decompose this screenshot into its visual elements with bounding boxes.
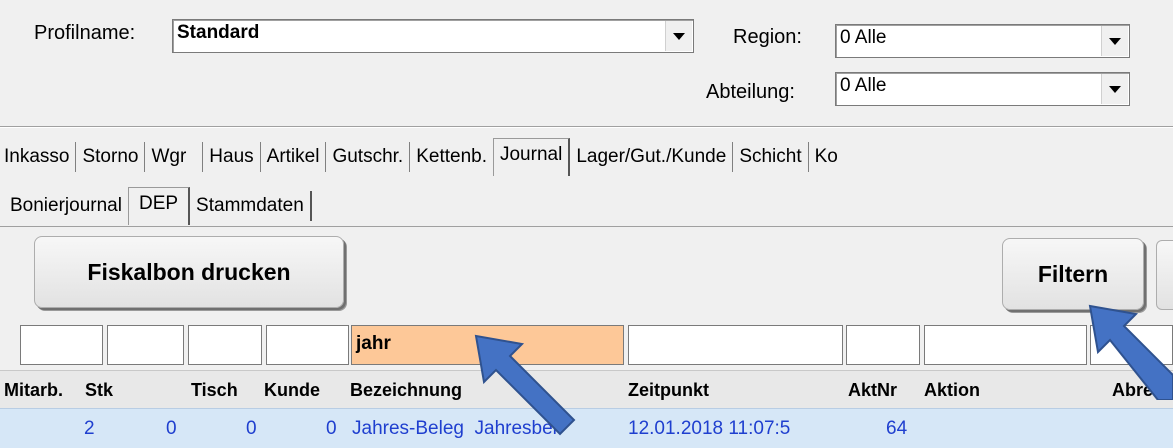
region-select[interactable]: 0 Alle <box>835 24 1130 58</box>
abteilung-value: 0 Alle <box>840 75 887 96</box>
filter-zeitpunkt-input[interactable] <box>628 325 843 365</box>
divider <box>0 226 1173 227</box>
filter-aktion-input[interactable] <box>924 325 1087 365</box>
col-zeitpunkt[interactable]: Zeitpunkt <box>628 380 709 401</box>
dropdown-arrow-icon[interactable] <box>1101 74 1128 104</box>
filter-kunde-input[interactable] <box>266 325 349 365</box>
tab-artikel[interactable]: Artikel <box>261 142 327 172</box>
tab-haus[interactable]: Haus <box>203 142 261 172</box>
cell-aktnr: 64 <box>886 418 908 439</box>
pointer-arrow-icon <box>1088 304 1173 400</box>
tab-ko[interactable]: Ko <box>809 142 844 172</box>
col-aktion[interactable]: Aktion <box>924 380 980 401</box>
col-bezeichnung[interactable]: Bezeichnung <box>350 380 462 401</box>
divider <box>0 126 1173 128</box>
tab-lager-gut-kunde[interactable]: Lager/Gut./Kunde <box>570 142 734 172</box>
table-row[interactable]: 2 0 0 0 Jahres-Beleg Jahresbel 12.01.201… <box>0 408 1173 448</box>
cell-zeitpunkt: 12.01.2018 11:07:5 <box>628 418 791 439</box>
filter-tisch-input[interactable] <box>188 325 262 365</box>
main-tab-bar: Inkasso Storno Wgr Haus Artikel Gutschr.… <box>0 138 1173 176</box>
dropdown-arrow-icon[interactable] <box>1101 26 1128 56</box>
table-header: Mitarb. Stk Tisch Kunde Bezeichnung Zeit… <box>0 370 1173 410</box>
tab-inkasso[interactable]: Inkasso <box>0 142 77 172</box>
subtab-dep[interactable]: DEP <box>127 187 191 225</box>
dropdown-arrow-icon[interactable] <box>665 21 692 51</box>
filter-bezeichnung-value: jahr <box>356 333 391 354</box>
region-value: 0 Alle <box>840 27 887 48</box>
subtab-bonierjournal[interactable]: Bonierjournal <box>0 191 128 221</box>
sub-tab-bar: Bonierjournal DEP Stammdaten <box>0 187 1173 225</box>
col-mitarb[interactable]: Mitarb. <box>4 380 63 401</box>
tab-schicht[interactable]: Schicht <box>733 142 809 172</box>
filter-mitarb-input[interactable] <box>20 325 103 365</box>
col-tisch[interactable]: Tisch <box>191 380 238 401</box>
col-aktnr[interactable]: AktNr <box>848 380 897 401</box>
print-button-label: Fiskalbon drucken <box>87 258 291 285</box>
pointer-arrow-icon <box>474 334 576 436</box>
col-stk[interactable]: Stk <box>85 380 113 401</box>
cell-stk: 0 <box>166 418 177 439</box>
filter-button-label: Filtern <box>1037 260 1109 287</box>
tab-journal[interactable]: Journal <box>492 138 571 176</box>
print-fiscal-receipt-button[interactable]: Fiskalbon drucken <box>34 236 344 308</box>
subtab-stammdaten[interactable]: Stammdaten <box>190 191 312 221</box>
cell-tisch: 0 <box>246 418 257 439</box>
cell-kunde: 0 <box>326 418 337 439</box>
profile-label: Profilname: <box>34 22 136 44</box>
profile-value: Standard <box>177 22 260 43</box>
cell-mitarb: 2 <box>84 418 95 439</box>
region-label: Region: <box>733 26 802 48</box>
abteilung-select[interactable]: 0 Alle <box>835 72 1130 106</box>
tab-gutschr[interactable]: Gutschr. <box>326 142 411 172</box>
tab-storno[interactable]: Storno <box>76 142 146 172</box>
abteilung-label: Abteilung: <box>706 81 795 103</box>
filter-aktnr-input[interactable] <box>846 325 920 365</box>
profile-select[interactable]: Standard <box>172 19 694 53</box>
tab-kettenb[interactable]: Kettenb. <box>410 142 493 172</box>
col-kunde[interactable]: Kunde <box>264 380 320 401</box>
tab-wgr[interactable]: Wgr <box>145 142 204 172</box>
filter-stk-input[interactable] <box>107 325 184 365</box>
